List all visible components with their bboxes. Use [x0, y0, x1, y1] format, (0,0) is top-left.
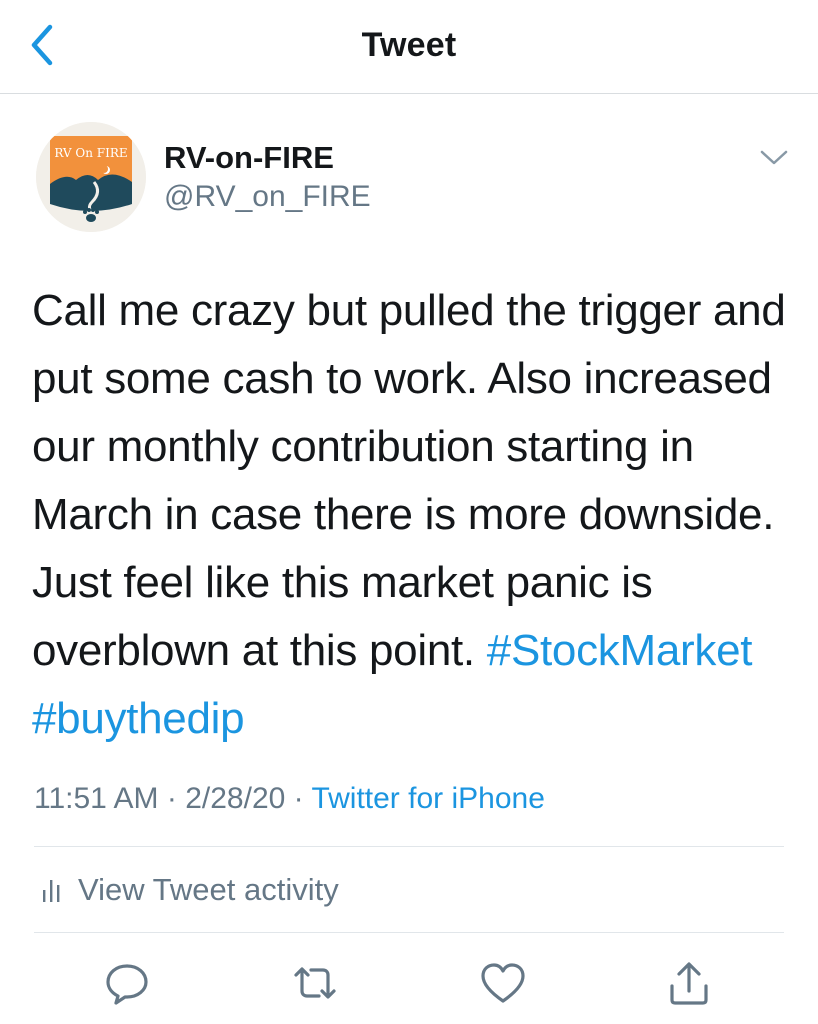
tweet-source-link[interactable]: Twitter for iPhone: [311, 782, 544, 815]
tweet-meta: 11:51 AM · 2/28/20 · Twitter for iPhone: [34, 782, 545, 816]
chevron-down-icon: [760, 150, 788, 165]
retweet-button[interactable]: [290, 958, 340, 1008]
tweet-body: Call me crazy but pulled the trigger and…: [32, 286, 786, 675]
author-handle[interactable]: @RV_on_FIRE: [164, 180, 371, 214]
divider: [34, 846, 784, 847]
like-button[interactable]: [478, 958, 528, 1008]
share-button[interactable]: [664, 958, 714, 1008]
rv-on-fire-logo: RV On FIRE: [36, 122, 146, 232]
share-icon: [670, 962, 708, 1005]
svg-text:RV On FIRE: RV On FIRE: [54, 146, 127, 160]
bar-chart-icon: [43, 880, 60, 902]
page-title: Tweet: [361, 26, 457, 64]
meta-separator: ·: [166, 782, 177, 815]
reply-button[interactable]: [102, 958, 152, 1008]
meta-separator: ·: [293, 782, 304, 815]
heart-icon: [481, 963, 525, 1003]
tweet-text: Call me crazy but pulled the trigger and…: [32, 277, 792, 753]
avatar[interactable]: RV On FIRE: [36, 122, 146, 232]
view-tweet-activity-button[interactable]: View Tweet activity: [40, 870, 339, 910]
tweet-time: 11:51 AM: [34, 782, 159, 815]
more-options-button[interactable]: [756, 146, 792, 170]
view-tweet-activity-label: View Tweet activity: [78, 872, 339, 907]
hashtag-buythedip[interactable]: #buythedip: [32, 694, 245, 743]
tweet-date: 2/28/20: [185, 782, 286, 815]
divider: [34, 932, 784, 933]
retweet-icon: [294, 967, 336, 999]
hashtag-stockmarket[interactable]: #StockMarket: [487, 626, 753, 675]
reply-icon: [106, 964, 148, 1005]
top-bar: Tweet: [0, 0, 818, 94]
author-name[interactable]: RV-on-FIRE: [164, 140, 334, 176]
